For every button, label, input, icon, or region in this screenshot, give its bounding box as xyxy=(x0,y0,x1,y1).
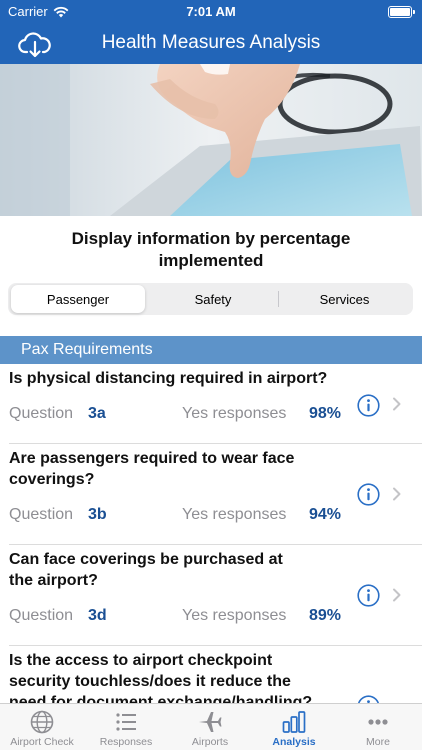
category-segmented-control: Passenger Safety Services xyxy=(8,283,413,315)
question-text: Can face coverings be purchased at the a… xyxy=(9,551,283,589)
tab-airport-check[interactable]: Airport Check xyxy=(0,704,84,751)
chevron-right-icon xyxy=(393,397,401,411)
info-icon[interactable] xyxy=(357,584,380,607)
question-row[interactable]: Can face coverings be purchased at the a… xyxy=(0,545,422,646)
globe-icon xyxy=(30,710,54,734)
tab-responses[interactable]: Responses xyxy=(84,704,168,751)
yes-responses-label: Yes responses xyxy=(182,405,287,422)
tab-label: Airport Check xyxy=(10,736,74,748)
display-prompt: Display information by percentage implem… xyxy=(71,229,351,270)
info-icon[interactable] xyxy=(357,394,380,417)
question-code: 3b xyxy=(88,506,107,523)
segment-passenger[interactable]: Passenger xyxy=(11,285,145,313)
section-header-pax-requirements: Pax Requirements xyxy=(0,336,422,364)
yes-responses-label: Yes responses xyxy=(182,607,287,624)
question-row[interactable]: Are passengers required to wear face cov… xyxy=(0,444,422,545)
segment-services[interactable]: Services xyxy=(279,285,410,313)
tab-airports[interactable]: Airports xyxy=(168,704,252,751)
list-icon xyxy=(116,713,136,731)
chevron-right-icon xyxy=(393,487,401,501)
yes-percent: 98% xyxy=(309,405,342,422)
tab-label: Analysis xyxy=(272,736,316,748)
bar-chart-icon xyxy=(282,711,306,733)
tab-bar: Airport Check Responses Airports Analysi… xyxy=(0,703,422,750)
tab-analysis[interactable]: Analysis xyxy=(252,704,336,751)
question-row[interactable]: Is physical distancing required in airpo… xyxy=(0,364,422,444)
info-icon[interactable] xyxy=(357,483,380,506)
tab-label: More xyxy=(366,736,390,748)
question-label: Question xyxy=(9,506,74,523)
question-label: Question xyxy=(9,607,74,624)
nav-bar: Health Measures Analysis xyxy=(0,24,422,64)
tab-label: Airports xyxy=(191,736,229,748)
segment-safety[interactable]: Safety xyxy=(148,285,278,313)
battery-icon xyxy=(388,6,415,18)
page-title: Health Measures Analysis xyxy=(101,32,321,53)
yes-responses-label: Yes responses xyxy=(182,506,287,523)
tab-more[interactable]: More xyxy=(336,704,420,751)
more-dots-icon xyxy=(368,719,388,725)
question-text: Are passengers required to wear face cov… xyxy=(9,450,295,488)
chevron-right-icon xyxy=(393,588,401,602)
status-bar: Carrier 7:01 AM xyxy=(0,0,422,24)
yes-percent: 89% xyxy=(309,607,342,624)
question-code: 3a xyxy=(88,405,106,422)
status-time: 7:01 AM xyxy=(186,4,236,19)
tab-label: Responses xyxy=(99,736,153,748)
question-label: Question xyxy=(9,405,74,422)
hero-image xyxy=(0,64,422,216)
question-text: Is physical distancing required in airpo… xyxy=(9,370,328,387)
airplane-icon xyxy=(199,712,222,732)
yes-percent: 94% xyxy=(309,506,342,523)
question-code: 3d xyxy=(88,607,107,624)
